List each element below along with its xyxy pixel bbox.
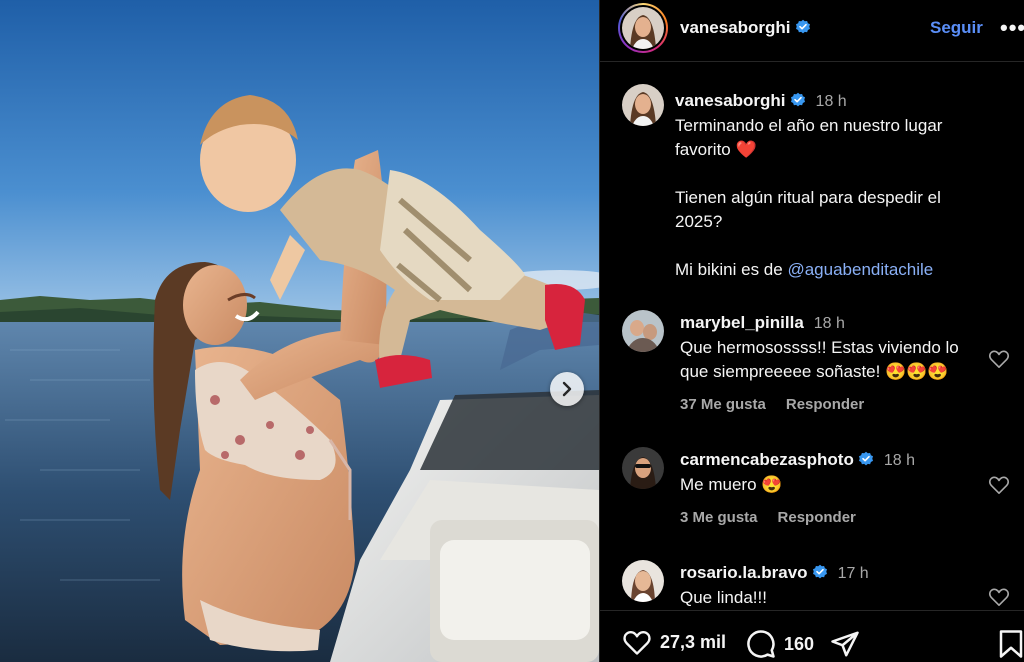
comment-likes-count[interactable]: 37 Me gusta <box>680 396 766 413</box>
reply-button[interactable]: Responder <box>786 396 864 413</box>
caption-text-line: Terminando el año en nuestro lugar <box>675 116 943 135</box>
avatar[interactable] <box>622 310 664 352</box>
avatar[interactable] <box>622 560 664 602</box>
heart-outline-icon[interactable] <box>988 587 1010 607</box>
comment-text: Que linda!!! <box>680 588 767 607</box>
heart-outline-icon[interactable] <box>988 349 1010 369</box>
next-image-button[interactable] <box>550 372 584 406</box>
share-button[interactable] <box>830 629 860 659</box>
comment-time: 18 h <box>813 315 845 332</box>
comment-text: Me muero 😍 <box>680 475 783 494</box>
verified-badge-icon <box>790 92 805 107</box>
heart-emoji: ❤️ <box>735 140 757 159</box>
comment-username[interactable]: carmencabezasphoto <box>680 450 854 469</box>
caption-text-line: favorito <box>675 140 731 159</box>
heart-outline-icon[interactable] <box>988 475 1010 495</box>
mention-link[interactable]: @aguabenditachile <box>787 260 933 279</box>
caption-username[interactable]: vanesaborghi <box>675 91 786 110</box>
verified-badge-icon <box>812 564 827 579</box>
verified-badge-icon <box>858 451 873 466</box>
comment-button[interactable]: 160 <box>746 629 814 659</box>
avatar[interactable] <box>622 84 664 126</box>
avatar <box>622 7 664 49</box>
save-button[interactable] <box>998 629 1024 659</box>
reply-button[interactable]: Responder <box>778 509 856 526</box>
comment-likes-count[interactable]: 3 Me gusta <box>680 509 758 526</box>
header-username[interactable]: vanesaborghi <box>680 18 791 37</box>
caption-text-line: Tienen algún ritual para despedir el <box>675 188 941 207</box>
bookmark-icon <box>999 630 1023 658</box>
post-action-bar: 27,3 mil 160 <box>600 610 1024 662</box>
comment-text: Que hermosossss!! Estas viviendo lo <box>680 338 959 357</box>
post-header: vanesaborghi Seguir ••• <box>600 0 1024 62</box>
caption-text-line: Mi bikini es de <box>675 260 783 279</box>
comment-text: que siempreeeee soñaste! 😍😍😍 <box>680 362 949 381</box>
like-button[interactable]: 27,3 mil <box>622 629 726 656</box>
comment-username[interactable]: marybel_pinilla <box>680 313 804 332</box>
verified-badge-icon <box>795 19 810 34</box>
comment-username[interactable]: rosario.la.bravo <box>680 563 808 582</box>
avatar[interactable] <box>622 447 664 489</box>
post-image[interactable] <box>0 0 599 662</box>
post-side-panel: vanesaborghi Seguir ••• vanesaborghi 18 … <box>599 0 1024 662</box>
comment-time: 18 h <box>883 452 915 469</box>
comments-count[interactable]: 160 <box>784 634 814 655</box>
header-username-row: vanesaborghi <box>680 18 811 38</box>
comment-time: 17 h <box>837 565 869 582</box>
heart-outline-icon <box>623 630 651 655</box>
likes-count[interactable]: 27,3 mil <box>660 632 726 653</box>
caption-text-line: 2025? <box>675 212 723 231</box>
follow-button[interactable]: Seguir <box>930 18 983 38</box>
chevron-right-icon <box>562 381 572 397</box>
header-avatar-ring[interactable] <box>618 3 668 53</box>
send-paper-plane-icon <box>831 631 859 657</box>
more-options-button[interactable]: ••• <box>1000 15 1024 41</box>
caption-time: 18 h <box>815 93 847 110</box>
comment-bubble-icon <box>747 630 775 658</box>
